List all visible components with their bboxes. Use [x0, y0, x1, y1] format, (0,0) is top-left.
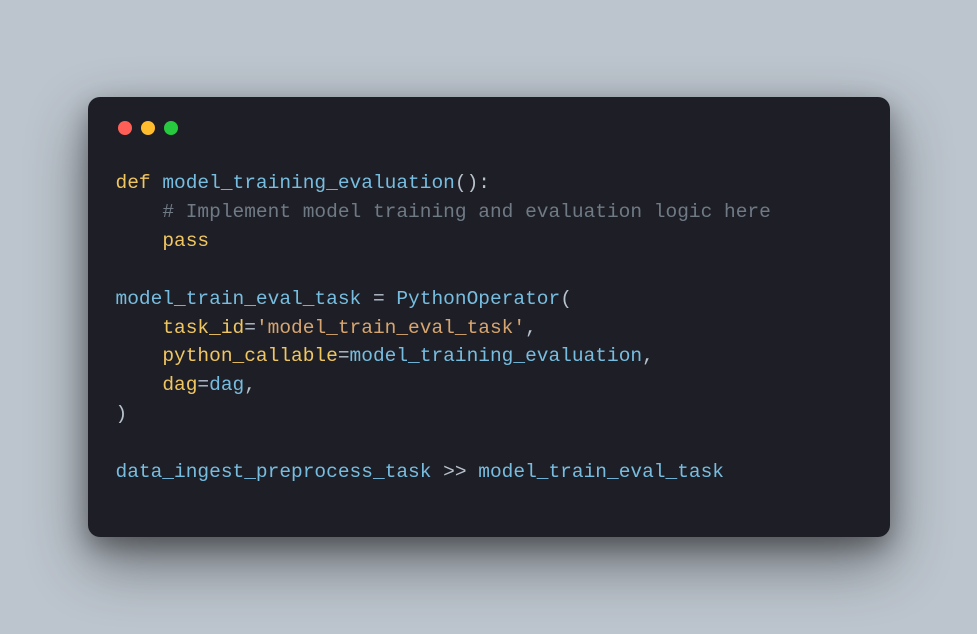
operator-assign: = [244, 317, 256, 339]
close-icon[interactable] [118, 121, 132, 135]
paren-open: ( [560, 288, 572, 310]
variable-name: model_train_eval_task [116, 288, 362, 310]
function-name: model_training_evaluation [162, 172, 455, 194]
class-name: PythonOperator [396, 288, 560, 310]
traffic-lights [118, 121, 862, 135]
param-dag: dag [162, 374, 197, 396]
code-block: def model_training_evaluation(): # Imple… [116, 169, 862, 486]
identifier-lhs: data_ingest_preprocess_task [116, 461, 432, 483]
operator-assign: = [197, 374, 209, 396]
operator-shift: >> [431, 461, 478, 483]
comma: , [525, 317, 537, 339]
punctuation: (): [455, 172, 490, 194]
indent [116, 317, 163, 339]
operator-assign: = [338, 345, 350, 367]
param-python-callable: python_callable [162, 345, 338, 367]
operator-assign: = [361, 288, 396, 310]
keyword-pass: pass [162, 230, 209, 252]
param-task-id: task_id [162, 317, 244, 339]
string-literal: 'model_train_eval_task' [256, 317, 525, 339]
comma: , [244, 374, 256, 396]
maximize-icon[interactable] [164, 121, 178, 135]
indent [116, 230, 163, 252]
code-window: def model_training_evaluation(): # Imple… [88, 97, 890, 536]
keyword-def: def [116, 172, 163, 194]
identifier-rhs: model_train_eval_task [478, 461, 724, 483]
identifier: dag [209, 374, 244, 396]
minimize-icon[interactable] [141, 121, 155, 135]
indent [116, 345, 163, 367]
paren-close: ) [116, 403, 128, 425]
identifier: model_training_evaluation [350, 345, 643, 367]
comment: # Implement model training and evaluatio… [162, 201, 771, 223]
indent [116, 374, 163, 396]
indent [116, 201, 163, 223]
comma: , [642, 345, 654, 367]
